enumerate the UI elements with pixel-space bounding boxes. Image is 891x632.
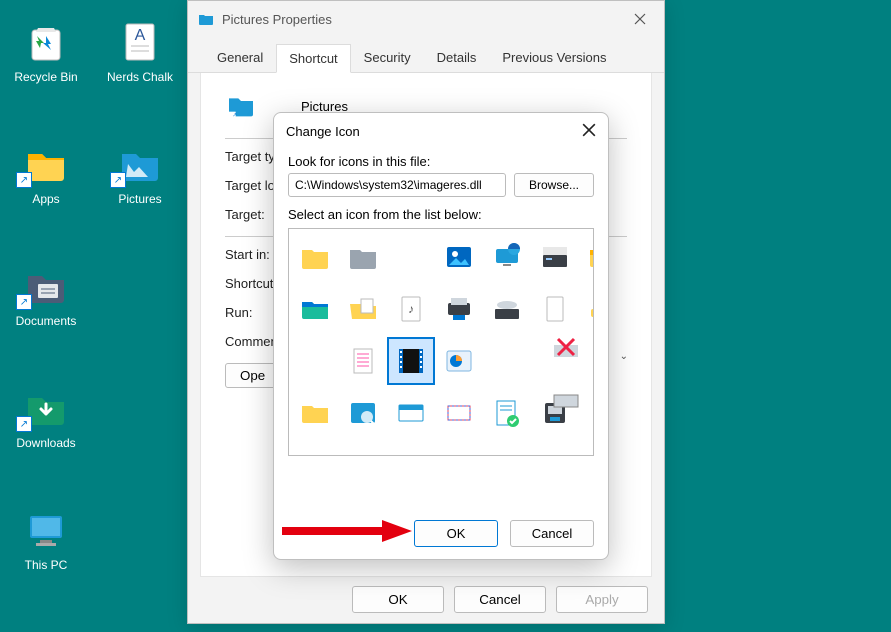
icon-option [437, 339, 481, 383]
close-button[interactable] [582, 123, 596, 140]
icon-option [389, 391, 433, 435]
tabs: General Shortcut Security Details Previo… [188, 37, 664, 73]
icon-option [293, 235, 337, 279]
icon-option [293, 287, 337, 331]
icon-path-input[interactable] [288, 173, 506, 197]
pictures-folder-icon [198, 11, 214, 27]
properties-footer: OK Cancel Apply [352, 586, 648, 613]
icon-option: ♪ [389, 287, 433, 331]
desktop-label: This PC [6, 558, 86, 572]
look-for-icons-label: Look for icons in this file: [288, 154, 594, 169]
icon-option [389, 235, 433, 279]
svg-text:↗: ↗ [232, 112, 236, 118]
icon-option [544, 325, 588, 369]
close-button[interactable] [620, 5, 660, 33]
icon-option [533, 235, 577, 279]
ok-button[interactable]: OK [352, 586, 444, 613]
desktop-icon-nerds-chalk[interactable]: A Nerds Chalk [100, 18, 180, 84]
svg-text:A: A [135, 27, 146, 44]
icon-option [437, 235, 481, 279]
this-pc-icon [22, 506, 70, 554]
icon-option [293, 339, 337, 383]
change-icon-dialog: Change Icon Look for icons in this file:… [273, 112, 609, 560]
shortcut-arrow-icon: ↗ [16, 416, 32, 432]
titlebar[interactable]: Pictures Properties [188, 1, 664, 37]
desktop-label: Apps [6, 192, 86, 206]
icon-option [341, 235, 385, 279]
desktop-label: Nerds Chalk [100, 70, 180, 84]
dialog-title: Change Icon [286, 124, 360, 139]
apply-button[interactable]: Apply [556, 586, 648, 613]
icon-option [581, 235, 594, 279]
icon-option [293, 391, 337, 435]
tab-general[interactable]: General [204, 43, 276, 72]
desktop-icon-recycle-bin[interactable]: Recycle Bin [6, 18, 86, 84]
shortcut-arrow-icon: ↗ [16, 294, 32, 310]
window-title: Pictures Properties [222, 12, 332, 27]
desktop-icon-downloads[interactable]: ↗ Downloads [6, 384, 86, 450]
tab-details[interactable]: Details [424, 43, 490, 72]
pictures-folder-icon: ↗ [225, 89, 261, 124]
dialog-titlebar[interactable]: Change Icon [274, 113, 608, 150]
icon-option [437, 287, 481, 331]
desktop-icon-documents[interactable]: ↗ Documents [6, 262, 86, 328]
icon-option [293, 443, 337, 456]
shortcut-arrow-icon: ↗ [110, 172, 126, 188]
text-file-icon: A [116, 18, 164, 66]
desktop-icon-this-pc[interactable]: This PC [6, 506, 86, 572]
icon-option-selected [389, 339, 433, 383]
icon-option [485, 391, 529, 435]
change-icon-cancel-button[interactable]: Cancel [510, 520, 594, 547]
icon-option [544, 375, 588, 419]
icon-option [437, 391, 481, 435]
desktop-icon-apps[interactable]: ↗ Apps [6, 140, 86, 206]
desktop-label: Recycle Bin [6, 70, 86, 84]
desktop-icon-pictures[interactable]: ↗ Pictures [100, 140, 180, 206]
icon-option [341, 339, 385, 383]
icon-option [485, 235, 529, 279]
desktop-label: Pictures [100, 192, 180, 206]
open-file-location-button[interactable]: Ope [225, 363, 280, 388]
chevron-down-icon[interactable]: ⌄ [620, 351, 628, 362]
desktop-label: Documents [6, 314, 86, 328]
icon-option [341, 287, 385, 331]
tab-security[interactable]: Security [351, 43, 424, 72]
tab-previous-versions[interactable]: Previous Versions [489, 43, 619, 72]
recycle-bin-icon [22, 18, 70, 66]
tab-shortcut[interactable]: Shortcut [276, 44, 350, 73]
cancel-button[interactable]: Cancel [454, 586, 546, 613]
desktop-label: Downloads [6, 436, 86, 450]
icon-option [341, 391, 385, 435]
shortcut-arrow-icon: ↗ [16, 172, 32, 188]
icon-option [485, 287, 529, 331]
select-icon-label: Select an icon from the list below: [288, 207, 594, 222]
svg-text:♪: ♪ [408, 302, 414, 316]
browse-button[interactable]: Browse... [514, 173, 594, 197]
change-icon-ok-button[interactable]: OK [414, 520, 498, 547]
